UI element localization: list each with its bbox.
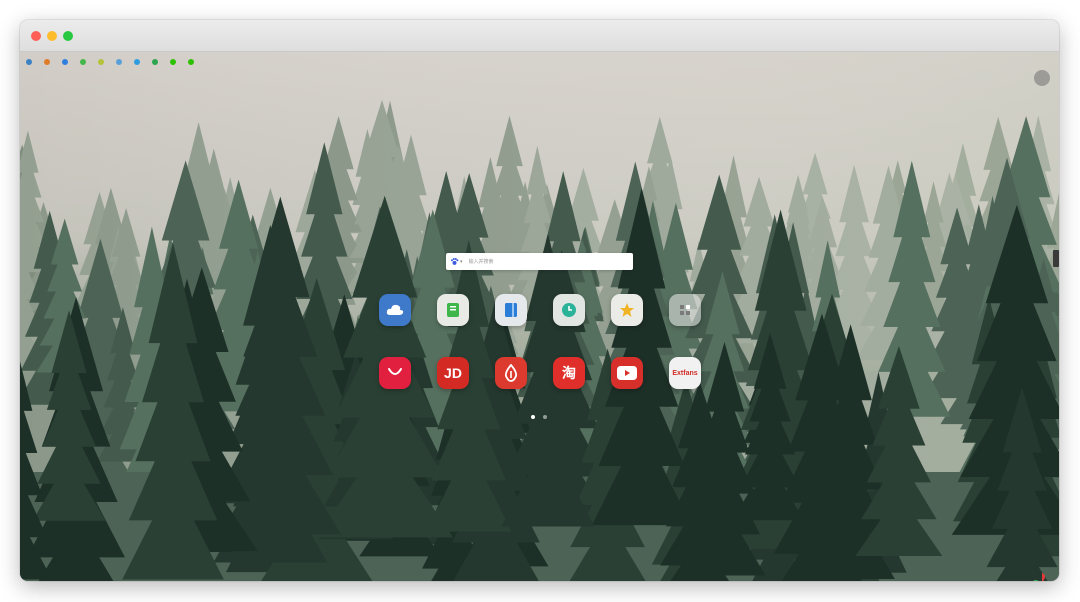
wechat-icon bbox=[188, 59, 194, 65]
jd-icon[interactable]: JD bbox=[437, 357, 469, 389]
paw-icon[interactable] bbox=[450, 257, 459, 266]
extfans-icon[interactable]: Extfans bbox=[669, 357, 701, 389]
pinwheel-icon[interactable] bbox=[1031, 572, 1053, 581]
clock-icon[interactable] bbox=[553, 294, 585, 326]
app-shortcut[interactable] bbox=[604, 294, 650, 329]
app-shortcut[interactable] bbox=[488, 294, 534, 329]
cloud-icon bbox=[116, 59, 122, 65]
circle-icon bbox=[134, 59, 140, 65]
app-shortcut[interactable] bbox=[546, 294, 592, 329]
zoom-window-button[interactable] bbox=[63, 31, 73, 41]
bookmark-item[interactable] bbox=[80, 59, 89, 65]
notebook-icon[interactable] bbox=[437, 294, 469, 326]
app-icon-text: 淘 bbox=[562, 365, 576, 381]
bookmark-item[interactable] bbox=[62, 59, 71, 65]
book-icon[interactable] bbox=[495, 294, 527, 326]
app-shortcut[interactable]: Extfans bbox=[662, 357, 708, 392]
toggle-button[interactable] bbox=[1034, 70, 1050, 86]
app-shortcut[interactable]: 淘 bbox=[546, 357, 592, 392]
page-dot[interactable] bbox=[543, 415, 547, 419]
circle-icon bbox=[152, 59, 158, 65]
page-dot[interactable] bbox=[531, 415, 535, 419]
taobao-icon[interactable]: 淘 bbox=[553, 357, 585, 389]
app-icon-text: Extfans bbox=[672, 369, 698, 377]
add-icon[interactable] bbox=[669, 294, 701, 326]
app-shortcut[interactable]: JD bbox=[430, 357, 476, 392]
app-shortcut[interactable] bbox=[662, 294, 708, 329]
close-window-button[interactable] bbox=[31, 31, 41, 41]
app-icon-text: JD bbox=[444, 365, 462, 381]
app-shortcut[interactable] bbox=[604, 357, 650, 392]
minimize-window-button[interactable] bbox=[47, 31, 57, 41]
bookmark-item[interactable] bbox=[152, 59, 161, 65]
search-input[interactable] bbox=[468, 254, 619, 269]
star-icon[interactable] bbox=[611, 294, 643, 326]
app-shortcut[interactable] bbox=[372, 294, 418, 329]
leaf-icon bbox=[98, 59, 104, 65]
bookmark-item[interactable] bbox=[116, 59, 125, 65]
title-bar bbox=[20, 20, 1059, 52]
search-box[interactable]: ▾ bbox=[446, 253, 633, 270]
bookmark-item[interactable] bbox=[188, 59, 197, 65]
page-indicator bbox=[531, 415, 547, 419]
engine-dropdown-icon[interactable]: ▾ bbox=[460, 259, 463, 265]
bookmark-item[interactable] bbox=[98, 59, 107, 65]
forest-wallpaper bbox=[20, 52, 1059, 581]
app-shortcut[interactable] bbox=[488, 357, 534, 392]
bookmark-item[interactable] bbox=[44, 59, 53, 65]
wechat-icon bbox=[170, 59, 176, 65]
fire-icon bbox=[44, 59, 50, 65]
globe-icon bbox=[26, 59, 32, 65]
bookmark-item[interactable] bbox=[26, 59, 35, 65]
leaf-icon bbox=[80, 59, 86, 65]
youtube-icon[interactable] bbox=[611, 357, 643, 389]
bookmarks-bar bbox=[26, 55, 197, 69]
cloud-icon[interactable] bbox=[379, 294, 411, 326]
app-shortcut[interactable] bbox=[430, 294, 476, 329]
bookmark-item[interactable] bbox=[134, 59, 143, 65]
new-tab-page: ▾ JD 淘 Extfans bbox=[20, 52, 1059, 581]
browser-window: ▾ JD 淘 Extfans bbox=[20, 20, 1059, 581]
side-panel-handle[interactable] bbox=[1053, 250, 1059, 267]
app-shortcut[interactable] bbox=[372, 357, 418, 392]
drop-icon[interactable] bbox=[495, 357, 527, 389]
smile-bag-icon[interactable] bbox=[379, 357, 411, 389]
bookmark-item[interactable] bbox=[170, 59, 179, 65]
circle-icon bbox=[62, 59, 68, 65]
